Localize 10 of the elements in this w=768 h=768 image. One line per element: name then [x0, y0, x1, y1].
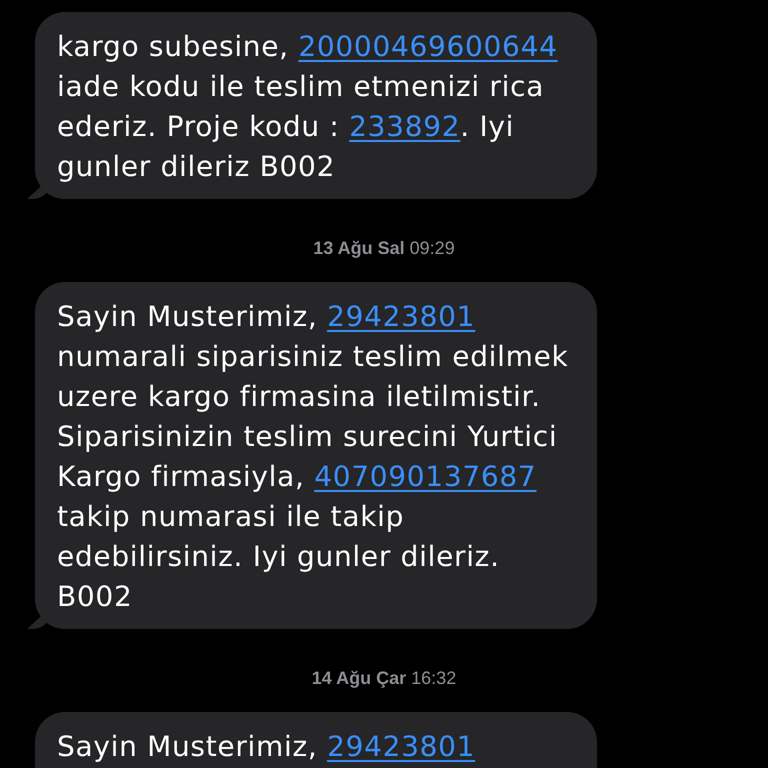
number-link[interactable]: 20000469600644 [298, 30, 558, 63]
message-text: Sayin Musterimiz, 29423801 numarali siparisiniz teslim edilmek uzere kargo firmasina iletilmistir. Siparisinizin teslim surecini Yurtici Kargo firmasiyla, 407090137687 takip numarasi ile takip edebilirsiniz. Iyi gunler dileriz. B002 [57, 299, 570, 615]
number-link[interactable]: 233892 [349, 110, 460, 143]
timestamp: 14 Ağu Çar 16:32 [312, 667, 456, 690]
message-text: kargo subesine, 20000469600644 iade kodu ile teslim etmenizi rica ederiz. Proje kodu : 233892. Iyi gunler dileriz B002 [57, 29, 559, 185]
timestamp: 13 Ağu Sal 09:29 [313, 237, 455, 260]
message-text: Sayin Musterimiz, 29423801 [57, 729, 476, 765]
number-link[interactable]: 29423801 [327, 300, 476, 333]
number-link[interactable]: 407090137687 [314, 460, 536, 493]
number-link[interactable]: 29423801 [327, 730, 476, 763]
